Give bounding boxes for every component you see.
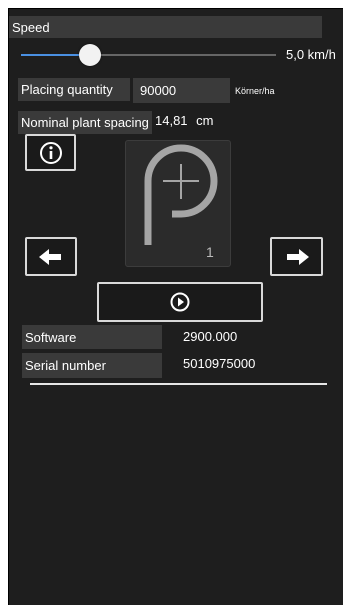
next-button[interactable]: [270, 237, 323, 276]
serial-number-label-text: Serial number: [25, 358, 106, 373]
speed-slider-thumb[interactable]: [79, 44, 101, 66]
settings-panel: Speed 5,0 km/h Placing quantity 90000 Kö…: [8, 8, 343, 605]
logo-number: 1: [206, 244, 214, 260]
plant-spacing-unit: cm: [196, 113, 214, 128]
placing-quantity-unit: Körner/ha: [235, 86, 275, 96]
speed-value: 5,0 km/h: [286, 47, 336, 62]
info-button[interactable]: [25, 134, 76, 171]
play-button[interactable]: [97, 282, 263, 322]
previous-button[interactable]: [25, 237, 77, 276]
arrow-right-icon: [285, 248, 309, 265]
speed-slider-track[interactable]: [91, 54, 276, 56]
logo-box: 1: [125, 140, 231, 267]
plant-spacing-label-text: Nominal plant spacing: [21, 115, 149, 130]
logo-mark-icon: [126, 141, 232, 273]
speed-label-text: Speed: [12, 19, 50, 35]
arrow-left-icon: [39, 248, 63, 265]
speed-label: Speed: [9, 16, 322, 38]
play-circle-icon: [170, 292, 190, 312]
placing-quantity-value: 90000: [140, 83, 177, 98]
software-value: 2900.000: [183, 329, 238, 344]
serial-number-label: Serial number: [22, 353, 162, 378]
placing-quantity-label: Placing quantity: [18, 78, 130, 101]
software-label-text: Software: [25, 329, 77, 345]
software-label: Software: [22, 325, 162, 349]
divider: [30, 383, 327, 385]
placing-quantity-input[interactable]: 90000: [133, 78, 230, 103]
plant-spacing-label: Nominal plant spacing: [18, 111, 152, 134]
placing-quantity-label-text: Placing quantity: [21, 82, 113, 97]
serial-number-value: 5010975000: [183, 356, 256, 371]
info-circle-icon: [39, 141, 63, 165]
plant-spacing-value: 14,81 cm: [155, 113, 214, 128]
plant-spacing-number: 14,81: [155, 113, 188, 128]
